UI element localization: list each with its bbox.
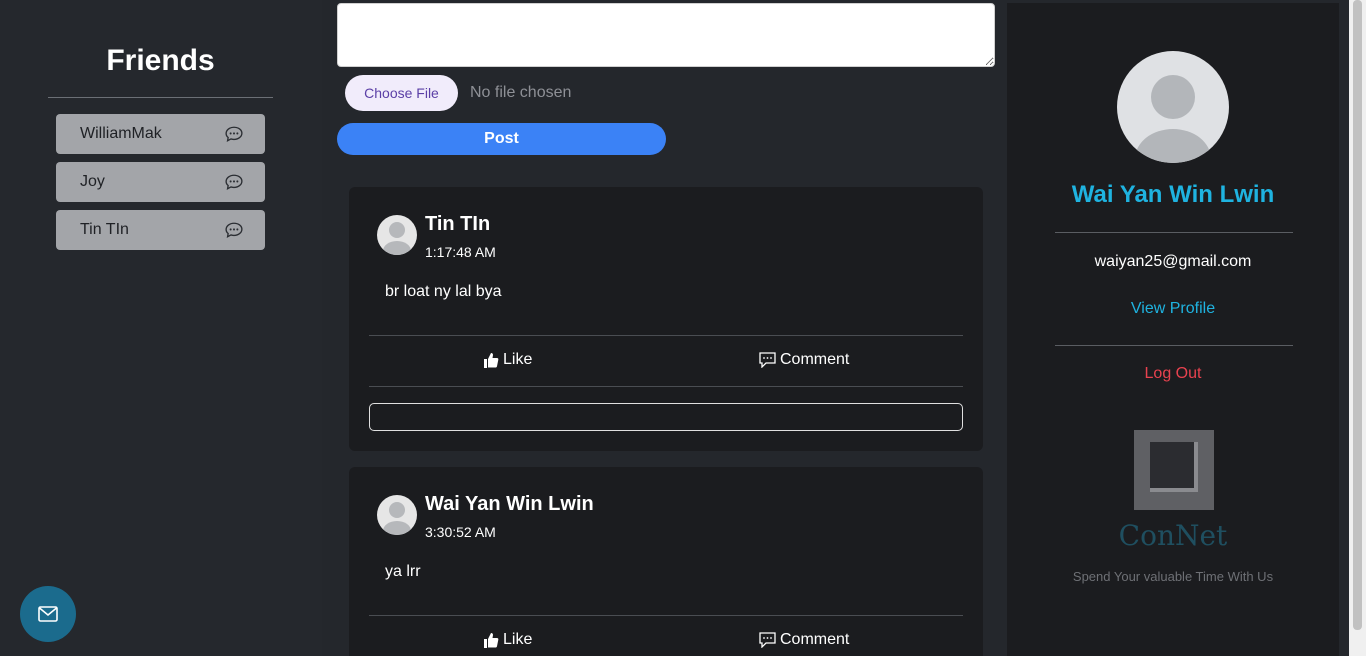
- like-button[interactable]: Like: [483, 631, 532, 649]
- user-silhouette-icon: [383, 222, 411, 255]
- divider: [1055, 232, 1293, 233]
- chat-icon[interactable]: [225, 221, 243, 239]
- friends-title: Friends: [106, 44, 215, 77]
- divider: [369, 335, 963, 336]
- friend-item-williammak[interactable]: WilliamMak: [56, 114, 265, 154]
- comment-icon: [759, 632, 776, 648]
- envelope-icon: [38, 606, 58, 622]
- view-profile-link[interactable]: View Profile: [1007, 300, 1339, 318]
- post-button[interactable]: Post: [337, 123, 666, 155]
- comment-label: Comment: [780, 631, 850, 648]
- comment-input[interactable]: [369, 403, 963, 431]
- thumbs-up-icon: [484, 633, 499, 648]
- post-card: Tin TIn 1:17:48 AM br loat ny lal bya Li…: [349, 187, 983, 451]
- friend-item-tin-tin[interactable]: Tin TIn: [56, 210, 265, 250]
- logout-link[interactable]: Log Out: [1007, 365, 1339, 383]
- post-card: Wai Yan Win Lwin 3:30:52 AM ya lrr Like …: [349, 467, 983, 656]
- file-status-text: No file chosen: [470, 84, 572, 101]
- friend-name: Joy: [80, 173, 105, 190]
- profile-avatar[interactable]: [1117, 51, 1229, 163]
- like-label: Like: [503, 351, 533, 368]
- friends-sidebar: Friends WilliamMak Joy Tin TIn: [0, 0, 322, 656]
- friend-item-joy[interactable]: Joy: [56, 162, 265, 202]
- post-author[interactable]: Wai Yan Win Lwin: [425, 493, 594, 516]
- avatar[interactable]: [377, 215, 417, 255]
- user-silhouette-icon: [383, 502, 411, 535]
- profile-sidebar: Wai Yan Win Lwin waiyan25@gmail.com View…: [1007, 3, 1339, 656]
- user-silhouette-icon: [1135, 75, 1211, 163]
- page-scrollbar[interactable]: [1349, 0, 1366, 656]
- brand-logo-image: [1134, 430, 1214, 510]
- post-time: 3:30:52 AM: [425, 524, 496, 540]
- brand-name: ConNet: [1118, 519, 1228, 552]
- divider: [1055, 345, 1293, 346]
- friend-name: WilliamMak: [80, 125, 162, 142]
- like-button[interactable]: Like: [483, 351, 532, 369]
- comment-button[interactable]: Comment: [759, 631, 849, 649]
- post-author[interactable]: Tin TIn: [425, 213, 490, 236]
- avatar[interactable]: [377, 495, 417, 535]
- like-label: Like: [503, 631, 533, 648]
- choose-file-button[interactable]: Choose File: [345, 75, 458, 111]
- post-textarea[interactable]: [337, 3, 995, 67]
- comment-label: Comment: [780, 351, 850, 368]
- profile-name: Wai Yan Win Lwin: [1071, 181, 1275, 208]
- divider: [369, 386, 963, 387]
- chat-icon[interactable]: [225, 125, 243, 143]
- file-input-row: Choose File No file chosen: [345, 75, 571, 111]
- comment-icon: [759, 352, 776, 368]
- thumbs-up-icon: [484, 353, 499, 368]
- post-body: ya lrr: [385, 563, 421, 580]
- friend-name: Tin TIn: [80, 221, 129, 238]
- brand-tagline: Spend Your valuable Time With Us: [1072, 569, 1274, 584]
- divider: [369, 615, 963, 616]
- chat-icon[interactable]: [225, 173, 243, 191]
- post-time: 1:17:48 AM: [425, 244, 496, 260]
- messages-fab-button[interactable]: [20, 586, 76, 642]
- scrollbar-thumb[interactable]: [1353, 0, 1362, 630]
- comment-button[interactable]: Comment: [759, 351, 849, 369]
- post-body: br loat ny lal bya: [385, 283, 502, 300]
- profile-email: waiyan25@gmail.com: [1094, 253, 1252, 270]
- friends-divider: [48, 97, 273, 98]
